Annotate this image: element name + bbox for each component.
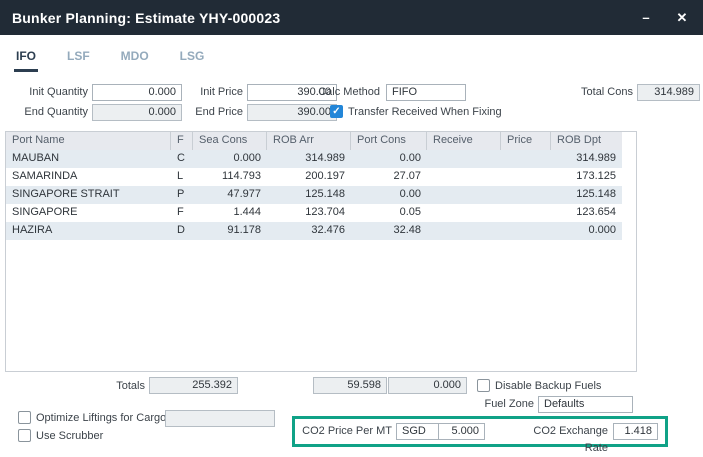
cell-rob-arr[interactable]: 125.148 [267, 186, 351, 204]
use-scrubber-checkbox[interactable] [18, 429, 31, 442]
init-price-label: Init Price [190, 84, 243, 101]
table-row[interactable]: MAUBAN C 0.000 314.989 0.00 314.989 [6, 150, 636, 168]
cell-rob-dpt[interactable]: 123.654 [551, 204, 622, 222]
cell-receive[interactable] [427, 150, 501, 168]
cell-receive[interactable] [427, 222, 501, 240]
cell-port-name[interactable]: MAUBAN [6, 150, 171, 168]
end-quantity-field: 0.000 [92, 104, 182, 121]
init-quantity-label: Init Quantity [0, 84, 88, 101]
end-quantity-label: End Quantity [0, 104, 88, 121]
table-header-row: Port Name F Sea Cons ROB Arr Port Cons R… [6, 132, 636, 150]
tab-lsf[interactable]: LSF [65, 46, 92, 72]
total-cons-field: 314.989 [637, 84, 700, 101]
cell-sea-cons[interactable]: 47.977 [193, 186, 267, 204]
cell-rob-arr[interactable]: 123.704 [267, 204, 351, 222]
co2-price-per-mt-label: CO2 Price Per MT [300, 423, 392, 440]
cell-port-cons[interactable]: 0.00 [351, 150, 427, 168]
cell-port-cons[interactable]: 32.48 [351, 222, 427, 240]
cell-rob-dpt[interactable]: 125.148 [551, 186, 622, 204]
totals-receive-field: 0.000 [388, 377, 467, 394]
table-row[interactable]: SAMARINDA L 114.793 200.197 27.07 173.12… [6, 168, 636, 186]
fuel-zone-set-field[interactable]: Defaults [538, 396, 633, 413]
cell-sea-cons[interactable]: 1.444 [193, 204, 267, 222]
cell-sea-cons[interactable]: 91.178 [193, 222, 267, 240]
cell-port-name[interactable]: SINGAPORE STRAIT [6, 186, 171, 204]
co2-exchange-rate-label: CO2 Exchange Rate [508, 423, 608, 457]
cell-port-cons[interactable]: 27.07 [351, 168, 427, 186]
cell-receive[interactable] [427, 204, 501, 222]
cell-f[interactable]: F [171, 204, 193, 222]
co2-exchange-rate-field[interactable]: 1.418 [613, 423, 658, 440]
dialog-titlebar: Bunker Planning: Estimate YHY-000023 – ✕ [0, 0, 703, 35]
cell-f[interactable]: D [171, 222, 193, 240]
init-quantity-field[interactable]: 0.000 [92, 84, 182, 101]
cell-price[interactable] [501, 222, 551, 240]
cell-f[interactable]: L [171, 168, 193, 186]
cell-price[interactable] [501, 186, 551, 204]
optimize-liftings-checkbox[interactable] [18, 411, 31, 424]
cell-port-cons[interactable]: 0.05 [351, 204, 427, 222]
cell-rob-arr[interactable]: 32.476 [267, 222, 351, 240]
cell-receive[interactable] [427, 186, 501, 204]
table-row[interactable]: SINGAPORE STRAIT P 47.977 125.148 0.00 1… [6, 186, 636, 204]
col-header-rob-dpt[interactable]: ROB Dpt [551, 132, 622, 150]
col-header-rob-arr[interactable]: ROB Arr [267, 132, 351, 150]
disable-backup-fuels-label: Disable Backup Fuels [495, 379, 601, 393]
end-price-label: End Price [190, 104, 243, 121]
cell-receive[interactable] [427, 168, 501, 186]
transfer-received-label: Transfer Received When Fixing [348, 105, 502, 119]
col-header-port-cons[interactable]: Port Cons [351, 132, 427, 150]
checkmark-icon: ✓ [332, 106, 340, 117]
co2-settings-highlight-box: CO2 Price Per MT SGD 5.000 CO2 Exchange … [292, 416, 668, 447]
col-header-price[interactable]: Price [501, 132, 551, 150]
col-header-port-name[interactable]: Port Name [6, 132, 171, 150]
cell-sea-cons[interactable]: 0.000 [193, 150, 267, 168]
table-vertical-scrollbar[interactable] [622, 132, 636, 371]
bunker-port-table: Port Name F Sea Cons ROB Arr Port Cons R… [5, 131, 637, 372]
tab-mdo[interactable]: MDO [119, 46, 151, 72]
total-cons-label: Total Cons [578, 84, 633, 101]
disable-backup-fuels-checkbox[interactable] [477, 379, 490, 392]
totals-label: Totals [85, 378, 145, 395]
cell-sea-cons[interactable]: 114.793 [193, 168, 267, 186]
table-row[interactable]: SINGAPORE F 1.444 123.704 0.05 123.654 [6, 204, 636, 222]
cell-rob-dpt[interactable]: 0.000 [551, 222, 622, 240]
co2-price-field[interactable]: 5.000 [438, 423, 485, 440]
close-icon[interactable]: ✕ [665, 0, 699, 35]
fuel-tab-bar: IFO LSF MDO LSG [0, 46, 233, 72]
col-header-f[interactable]: F [171, 132, 193, 150]
minimize-icon[interactable]: – [629, 0, 663, 35]
cell-port-cons[interactable]: 0.00 [351, 186, 427, 204]
calc-method-field[interactable]: FIFO [386, 84, 466, 101]
cell-rob-arr[interactable]: 200.197 [267, 168, 351, 186]
calc-method-label: Calc Method [308, 84, 380, 101]
cell-price[interactable] [501, 204, 551, 222]
cell-rob-arr[interactable]: 314.989 [267, 150, 351, 168]
cell-f[interactable]: P [171, 186, 193, 204]
cell-port-name[interactable]: SINGAPORE [6, 204, 171, 222]
use-scrubber-label: Use Scrubber [36, 429, 103, 443]
cell-port-name[interactable]: HAZIRA [6, 222, 171, 240]
tab-lsg[interactable]: LSG [178, 46, 207, 72]
co2-currency-field[interactable]: SGD [396, 423, 439, 440]
end-price-field: 390.00 [247, 104, 337, 121]
optimize-liftings-label: Optimize Liftings for Cargo: [36, 411, 169, 425]
transfer-received-checkbox[interactable]: ✓ [330, 105, 343, 118]
cell-f[interactable]: C [171, 150, 193, 168]
totals-port-cons-field: 59.598 [313, 377, 387, 394]
dialog-title: Bunker Planning: Estimate YHY-000023 [0, 10, 280, 26]
cell-price[interactable] [501, 150, 551, 168]
totals-sea-cons-field: 255.392 [149, 377, 238, 394]
tab-ifo[interactable]: IFO [14, 46, 38, 72]
table-row[interactable]: HAZIRA D 91.178 32.476 32.48 0.000 [6, 222, 636, 240]
col-header-receive[interactable]: Receive [427, 132, 501, 150]
cell-port-name[interactable]: SAMARINDA [6, 168, 171, 186]
cell-rob-dpt[interactable]: 173.125 [551, 168, 622, 186]
cell-rob-dpt[interactable]: 314.989 [551, 150, 622, 168]
col-header-sea-cons[interactable]: Sea Cons [193, 132, 267, 150]
cell-price[interactable] [501, 168, 551, 186]
optimize-liftings-cargo-field [165, 410, 275, 427]
